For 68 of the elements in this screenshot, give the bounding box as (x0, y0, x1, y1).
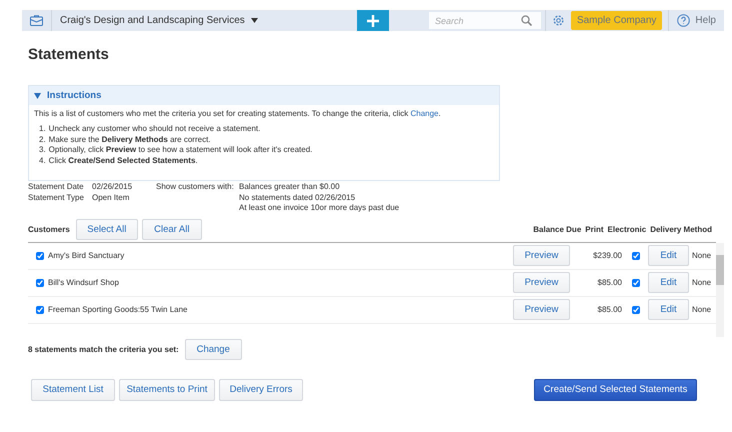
preview-button[interactable]: Preview (513, 272, 570, 293)
triangle-icon (34, 92, 41, 98)
instruction-step: Click Create/Send Selected Statements. (48, 156, 198, 166)
step-number: 2. (39, 134, 46, 145)
delivery-method: None (692, 278, 712, 287)
edit-button[interactable]: Edit (648, 272, 689, 293)
field-label: Statement Type (28, 192, 85, 203)
instructions-text: This is a list of customers who met the criteria you set for creating statements. To change the criteria, click Change. (34, 109, 442, 118)
help-icon (677, 14, 690, 27)
preview-button[interactable]: Preview (513, 299, 570, 320)
customer-name: Freeman Sporting Goods:55 Twin Lane (48, 305, 188, 314)
customer-name: Bill's Windsurf Shop (48, 278, 120, 287)
instructions-header[interactable]: Instructions (29, 86, 499, 105)
scrollbar[interactable] (716, 242, 724, 336)
footer-button[interactable]: Statements to Print (119, 378, 215, 400)
instruction-step: Optionally, click Preview to see how a statement will look after it's created. (48, 145, 312, 156)
field-value: 02/26/2015 (92, 182, 134, 192)
clear-all-button[interactable]: Clear All (142, 218, 202, 240)
balance-due: $239.00 (592, 251, 622, 260)
settings-icon[interactable] (552, 14, 565, 27)
search-field[interactable]: Search (428, 12, 541, 29)
instruction-step: Uncheck any customer who should not receive a statement. (48, 124, 260, 134)
sample-company-button[interactable]: Sample Company (570, 11, 662, 30)
change-button[interactable]: Change (184, 338, 242, 360)
column-header: Delivery Method (650, 224, 712, 234)
balance-due: $85.00 (596, 305, 622, 314)
step-number: 1. (39, 124, 46, 134)
help-button[interactable]: Help (669, 14, 724, 27)
column-header: Balance Due (533, 224, 582, 234)
create-button[interactable] (356, 10, 389, 31)
plus-icon (366, 14, 379, 26)
field-label: Show customers with: (156, 182, 235, 192)
field-value: Open Item (92, 192, 130, 203)
footer-button[interactable]: Statement List (31, 378, 115, 400)
row-checkbox[interactable] (36, 252, 44, 260)
field-label: Statement Date (28, 182, 85, 192)
instruction-step: Make sure the Delivery Methods are correct. (48, 134, 211, 145)
criteria-text: At least one invoice 10or more days past due (239, 203, 400, 214)
balance-due: $85.00 (596, 278, 622, 287)
briefcase-icon[interactable] (30, 15, 43, 26)
step-number: 4. (39, 156, 46, 166)
select-all-button[interactable]: Select All (76, 218, 138, 240)
company-dropdown[interactable]: Craig's Design and Landscaping Services (52, 10, 266, 31)
column-header: Customers (28, 224, 70, 234)
search-icon (520, 15, 532, 26)
column-header: Print (585, 224, 604, 234)
match-count-text: 8 statements match the criteria you set: (28, 344, 179, 354)
footer-button[interactable]: Delivery Errors (219, 378, 303, 400)
row-checkbox[interactable] (36, 278, 44, 286)
criteria-text: No statements dated 02/26/2015 (239, 192, 356, 203)
print-checkbox[interactable] (632, 252, 640, 260)
column-header: Electronic (608, 224, 646, 234)
step-number: 3. (39, 145, 46, 156)
criteria-text: Balances greater than $0.00 (239, 182, 341, 192)
print-checkbox[interactable] (632, 306, 640, 314)
customer-name: Amy's Bird Sanctuary (48, 251, 126, 260)
create-send-button[interactable]: Create/Send Selected Statements (534, 378, 697, 400)
row-checkbox[interactable] (36, 306, 44, 314)
edit-button[interactable]: Edit (648, 299, 689, 320)
edit-button[interactable]: Edit (648, 245, 689, 266)
delivery-method: None (692, 305, 712, 314)
change-link[interactable]: Change (410, 109, 438, 118)
scrollbar-thumb[interactable] (716, 254, 724, 284)
delivery-method: None (692, 251, 712, 260)
caret-icon (250, 18, 258, 23)
print-checkbox[interactable] (632, 278, 640, 286)
preview-button[interactable]: Preview (513, 245, 570, 266)
page-title: Statements (28, 46, 110, 63)
